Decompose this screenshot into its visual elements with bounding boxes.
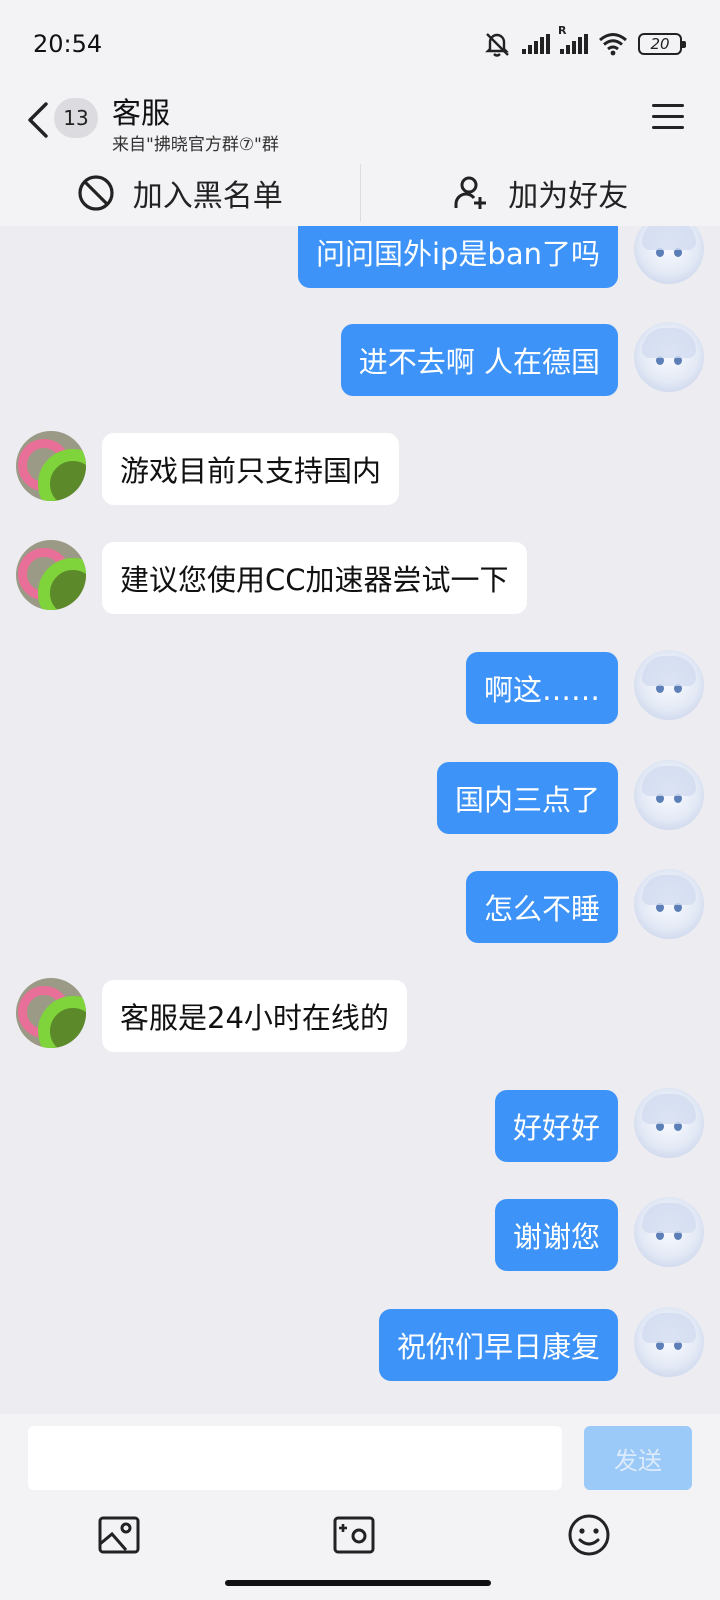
battery-icon: 20 <box>638 33 686 55</box>
signal-roaming-icon: R <box>558 24 588 54</box>
message-bubble-outgoing[interactable]: 好好好 <box>494 1090 618 1162</box>
service-avatar[interactable] <box>16 431 86 501</box>
status-icons: R 20 <box>482 24 686 60</box>
block-label: 加入黑名单 <box>132 179 283 214</box>
my-avatar[interactable] <box>634 869 704 939</box>
signal-icon <box>522 34 550 54</box>
my-avatar[interactable] <box>634 1307 704 1377</box>
emoji-icon[interactable] <box>566 1512 612 1558</box>
mute-bell-icon <box>485 33 509 57</box>
chat-title: 客服 <box>112 96 171 130</box>
stranger-action-bar: 加入黑名单 加为好友 <box>0 160 720 226</box>
my-avatar[interactable] <box>634 760 704 830</box>
my-avatar[interactable] <box>634 1197 704 1267</box>
message-bubble-outgoing[interactable]: 问问国外ip是ban了吗 <box>297 226 618 288</box>
image-icon[interactable] <box>96 1512 142 1558</box>
message-bubble-outgoing[interactable]: 祝你们早日康复 <box>378 1309 618 1381</box>
chat-subtitle: 来自"拂晓官方群⑦"群 <box>112 135 279 155</box>
block-icon <box>78 175 114 211</box>
message-bubble-outgoing[interactable]: 怎么不睡 <box>465 871 618 943</box>
message-bubble-outgoing[interactable]: 啊这…… <box>465 652 618 724</box>
roaming-label: R <box>558 24 567 37</box>
message-bubble-incoming[interactable]: 建议您使用CC加速器尝试一下 <box>102 542 527 614</box>
unread-count-badge[interactable]: 13 <box>54 98 98 138</box>
chat-header: 13 客服 来自"拂晓官方群⑦"群 <box>0 88 720 160</box>
menu-icon[interactable] <box>652 104 684 132</box>
battery-level: 20 <box>650 35 670 53</box>
add-friend-label: 加为好友 <box>508 179 629 214</box>
message-bubble-outgoing[interactable]: 进不去啊 人在德国 <box>340 324 618 396</box>
status-bar: 20:54 R 20 <box>0 0 720 88</box>
message-bubble-outgoing[interactable]: 国内三点了 <box>436 762 618 834</box>
message-input[interactable] <box>28 1426 562 1490</box>
block-button[interactable]: 加入黑名单 <box>0 160 360 226</box>
message-bubble-incoming[interactable]: 客服是24小时在线的 <box>102 980 407 1052</box>
message-list[interactable]: 问问国外ip是ban了吗 进不去啊 人在德国 游戏目前只支持国内 建议您使用CC… <box>0 226 720 1414</box>
message-bubble-outgoing[interactable]: 谢谢您 <box>494 1199 618 1271</box>
back-arrow-icon[interactable] <box>26 100 50 140</box>
add-friend-button[interactable]: 加为好友 <box>361 160 720 226</box>
my-avatar[interactable] <box>634 650 704 720</box>
wifi-icon <box>599 33 627 56</box>
my-avatar[interactable] <box>634 1088 704 1158</box>
home-indicator[interactable] <box>225 1580 491 1586</box>
message-bubble-incoming[interactable]: 游戏目前只支持国内 <box>102 433 400 505</box>
service-avatar[interactable] <box>16 540 86 610</box>
status-time: 20:54 <box>33 30 103 58</box>
add-user-icon <box>454 176 487 209</box>
camera-icon[interactable] <box>331 1512 377 1558</box>
my-avatar[interactable] <box>634 226 704 284</box>
composer: 发送 <box>0 1414 720 1600</box>
send-button[interactable]: 发送 <box>584 1426 692 1490</box>
service-avatar[interactable] <box>16 978 86 1048</box>
my-avatar[interactable] <box>634 322 704 392</box>
